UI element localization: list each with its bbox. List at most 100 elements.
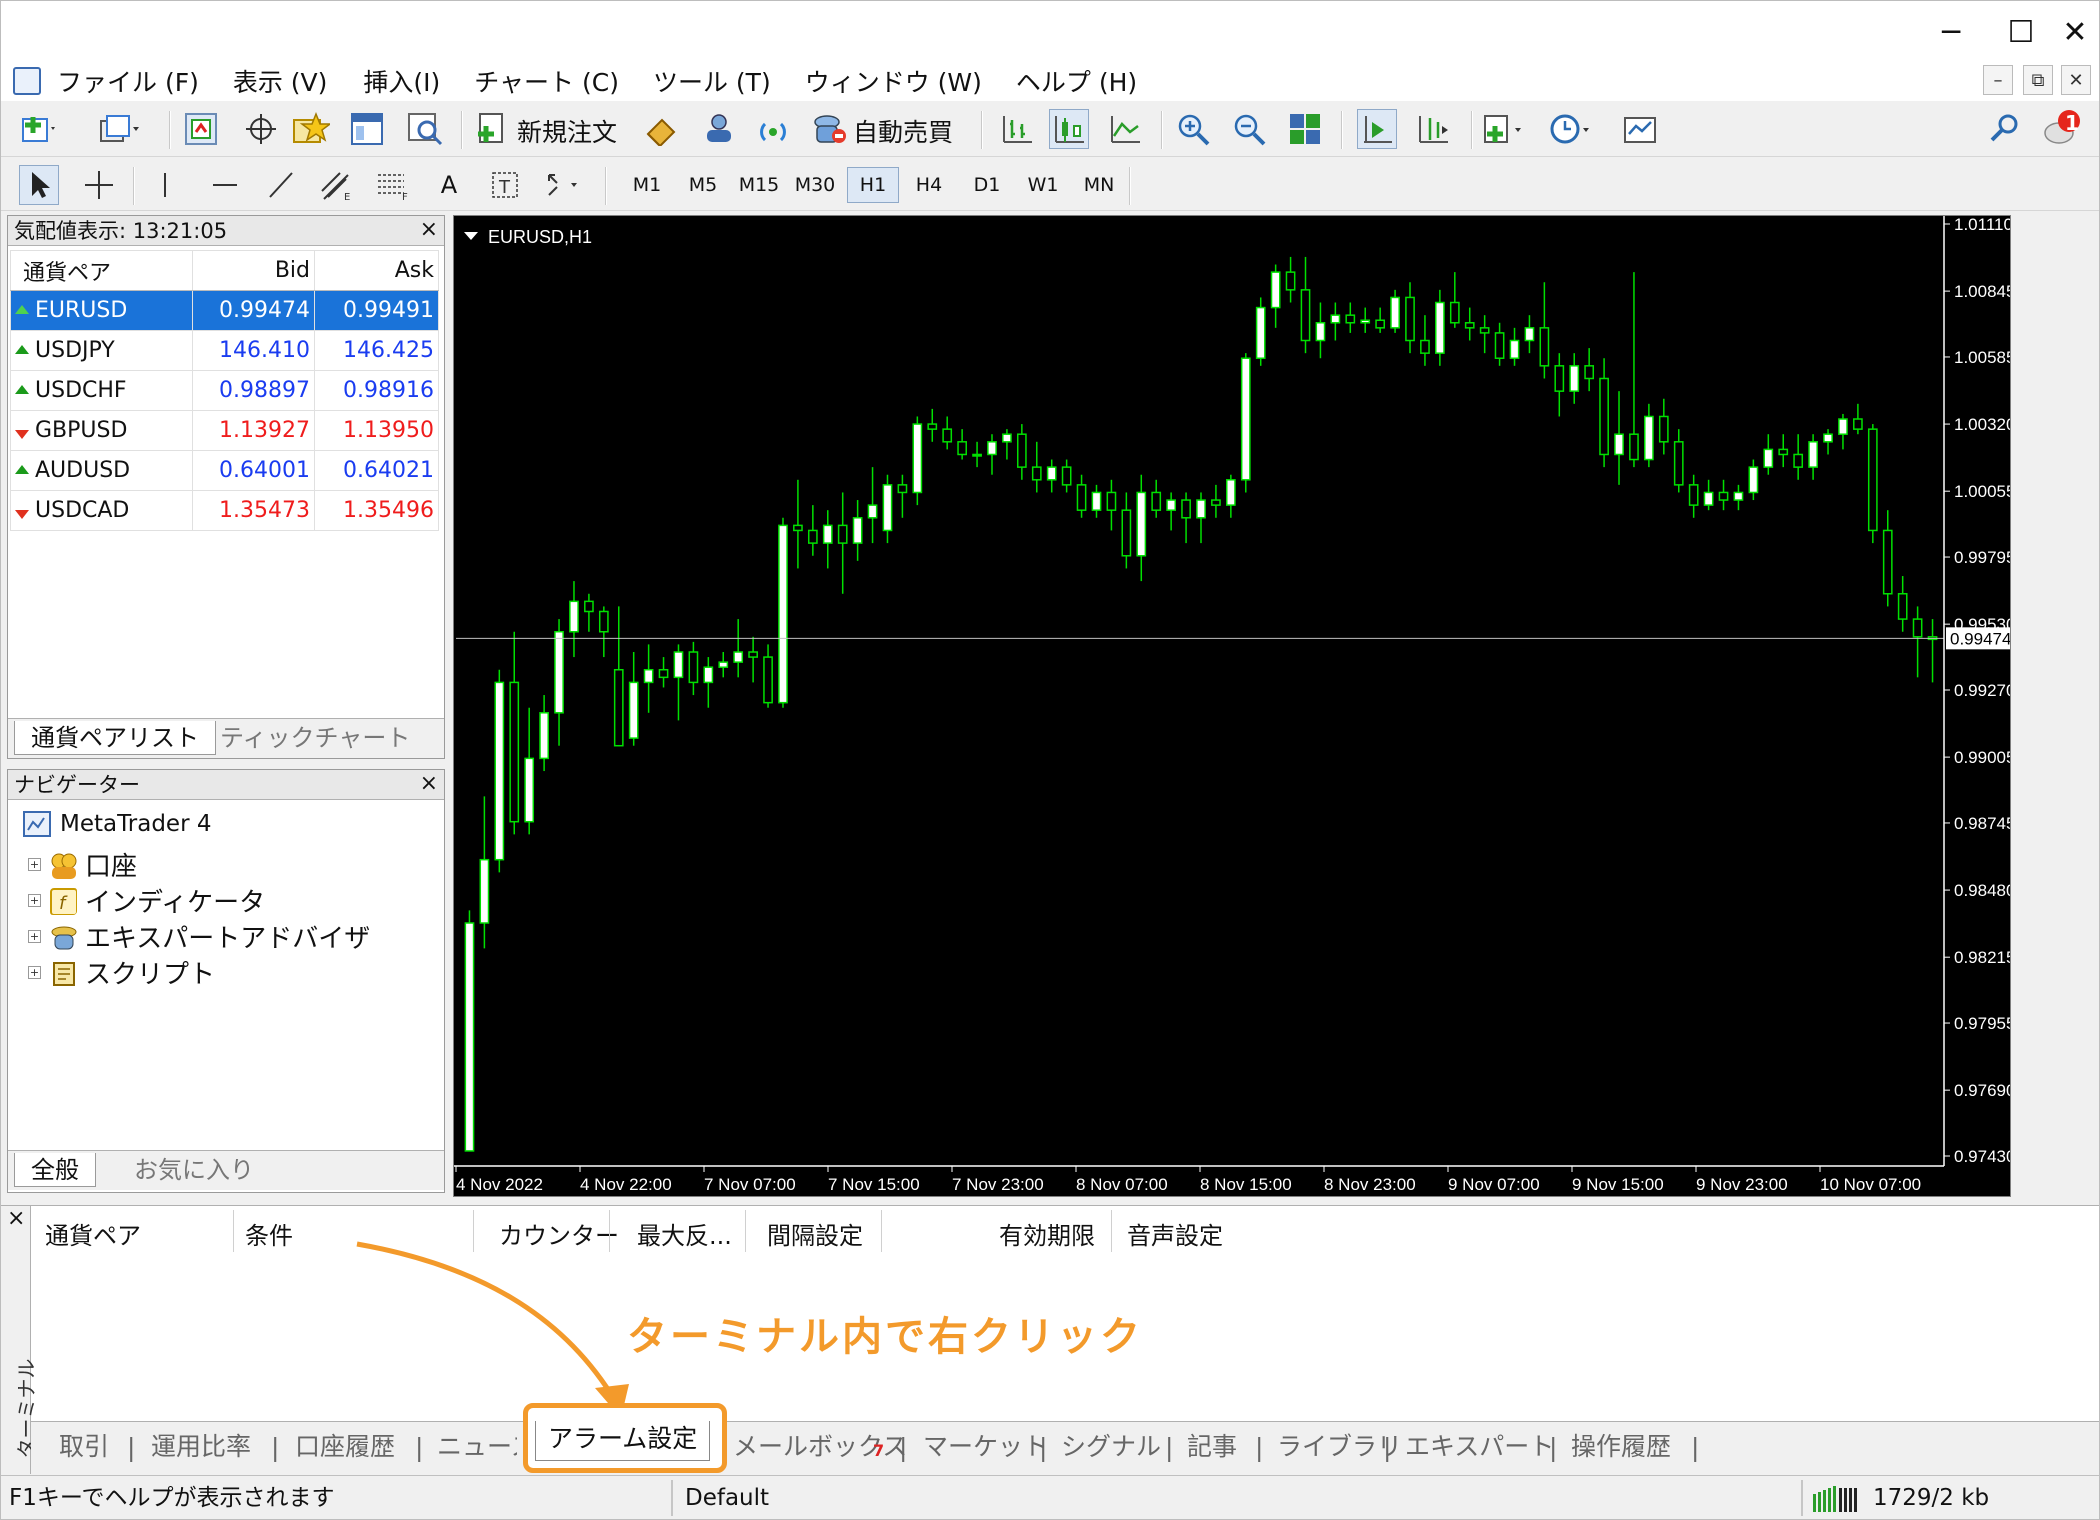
expand-icon[interactable]: +: [28, 966, 41, 979]
arrows-button[interactable]: [541, 165, 581, 205]
tf-w1[interactable]: W1: [1017, 167, 1069, 203]
tab-exposure[interactable]: 運用比率: [151, 1429, 251, 1465]
tab-alerts[interactable]: アラーム設定: [535, 1421, 711, 1461]
crosshair-button[interactable]: [79, 165, 119, 205]
metaeditor-button[interactable]: [641, 109, 681, 149]
new-order-button[interactable]: [473, 109, 513, 149]
expand-icon[interactable]: +: [28, 858, 41, 871]
market-watch-row[interactable]: USDCAD 1.35473 1.35496: [10, 490, 439, 531]
indicators-button[interactable]: [1481, 109, 1521, 149]
minimize-button[interactable]: ─: [1921, 11, 1981, 53]
notifications-button[interactable]: 1: [2041, 109, 2081, 149]
tab-symbols[interactable]: 通貨ペアリスト: [14, 721, 216, 755]
col-sound[interactable]: 音声設定: [1127, 1216, 1223, 1251]
tab-signals[interactable]: シグナル: [1061, 1429, 1161, 1465]
market-watch-toggle[interactable]: [181, 109, 221, 149]
nav-item-indicators[interactable]: + f インディケータ: [28, 882, 265, 919]
menu-file[interactable]: ファイル (F): [57, 63, 199, 99]
nav-item-accounts[interactable]: + 口座: [28, 846, 137, 883]
terminal-toggle[interactable]: [347, 109, 387, 149]
tab-journal[interactable]: 操作履歴: [1571, 1429, 1671, 1465]
candlestick-chart-button[interactable]: [1049, 109, 1089, 149]
tab-market[interactable]: マーケット: [923, 1429, 1048, 1465]
zoom-in-button[interactable]: [1173, 109, 1213, 149]
bar-chart-button[interactable]: [997, 109, 1037, 149]
text-button[interactable]: A: [429, 165, 469, 205]
zoom-out-button[interactable]: [1229, 109, 1269, 149]
new-chart-button[interactable]: [19, 109, 59, 149]
expand-icon[interactable]: +: [28, 894, 41, 907]
tab-favorites[interactable]: お気に入り: [118, 1153, 270, 1187]
tile-windows-button[interactable]: [1285, 109, 1325, 149]
market-watch-row[interactable]: USDJPY 146.410 146.425: [10, 330, 439, 371]
col-ask[interactable]: Ask: [314, 250, 439, 291]
menu-view[interactable]: 表示 (V): [233, 63, 328, 99]
tf-d1[interactable]: D1: [961, 167, 1013, 203]
tab-tick-chart[interactable]: ティックチャート: [204, 721, 426, 755]
tab-articles[interactable]: 記事: [1187, 1429, 1237, 1465]
tab-account-history[interactable]: 口座履歴: [295, 1429, 395, 1465]
market-watch-row[interactable]: AUDUSD 0.64001 0.64021: [10, 450, 439, 491]
mdi-restore-button[interactable]: ⧉: [2023, 65, 2053, 95]
menu-tools[interactable]: ツール (T): [653, 63, 771, 99]
menu-help[interactable]: ヘルプ (H): [1016, 63, 1137, 99]
expand-icon[interactable]: +: [28, 930, 41, 943]
strategy-tester-toggle[interactable]: [405, 109, 445, 149]
experts-button[interactable]: [699, 109, 739, 149]
nav-item-experts[interactable]: + エキスパートアドバイザ: [28, 918, 370, 955]
signals-button[interactable]: [753, 109, 793, 149]
tf-m15[interactable]: M15: [733, 167, 785, 203]
tab-common[interactable]: 全般: [14, 1153, 96, 1187]
maximize-button[interactable]: ☐: [1991, 11, 2051, 53]
search-button[interactable]: [1985, 109, 2025, 149]
nav-item-scripts[interactable]: + スクリプト: [28, 954, 215, 991]
mdi-close-button[interactable]: ✕: [2061, 65, 2091, 95]
tab-news[interactable]: ニュース: [437, 1429, 517, 1465]
horizontal-line-button[interactable]: [205, 165, 245, 205]
data-window-button[interactable]: [241, 109, 281, 149]
market-watch-close-button[interactable]: ×: [420, 216, 438, 244]
nav-root[interactable]: MetaTrader 4: [22, 810, 211, 838]
auto-trading-label[interactable]: 自動売買: [853, 113, 953, 149]
status-profile[interactable]: Default: [685, 1482, 769, 1514]
templates-button[interactable]: [1623, 109, 1663, 149]
mdi-minimize-button[interactable]: –: [1983, 65, 2013, 95]
col-pair[interactable]: 通貨ペア: [10, 250, 193, 291]
cursor-button[interactable]: [19, 165, 59, 205]
navigator-toggle[interactable]: [291, 109, 331, 149]
trendline-button[interactable]: [261, 165, 301, 205]
fibonacci-button[interactable]: F: [373, 165, 413, 205]
navigator-close-button[interactable]: ×: [420, 770, 438, 798]
tab-experts[interactable]: エキスパート: [1405, 1429, 1554, 1465]
tf-m5[interactable]: M5: [677, 167, 729, 203]
candlestick-chart[interactable]: EURUSD,H1 1.01110 1.00845 1.00585 1.00320 1.…: [454, 215, 2015, 1196]
menu-window[interactable]: ウィンドウ (W): [805, 63, 982, 99]
market-watch-row[interactable]: EURUSD 0.99474 0.99491: [10, 290, 439, 331]
chart-menu-arrow-icon[interactable]: [464, 232, 478, 240]
autoscroll-button[interactable]: [1357, 109, 1397, 149]
tf-h4[interactable]: H4: [903, 167, 955, 203]
text-label-button[interactable]: T: [485, 165, 525, 205]
close-button[interactable]: ✕: [2045, 11, 2100, 53]
line-chart-button[interactable]: [1105, 109, 1145, 149]
profiles-button[interactable]: [99, 109, 139, 149]
equidistant-channel-button[interactable]: E: [315, 165, 355, 205]
tab-trade[interactable]: 取引: [59, 1429, 109, 1465]
market-watch-row[interactable]: GBPUSD 1.13927 1.13950: [10, 410, 439, 451]
auto-trading-button[interactable]: [809, 109, 849, 149]
chart-window[interactable]: EURUSD,H1 1.01110 1.00845 1.00585 1.00320 1.…: [453, 215, 2015, 1197]
new-order-label[interactable]: 新規注文: [517, 113, 617, 149]
candle-body: [1315, 322, 1326, 342]
tf-m1[interactable]: M1: [621, 167, 673, 203]
periods-button[interactable]: [1549, 109, 1589, 149]
tf-m30[interactable]: M30: [789, 167, 841, 203]
tf-mn[interactable]: MN: [1073, 167, 1125, 203]
chart-shift-button[interactable]: [1413, 109, 1453, 149]
tf-h1[interactable]: H1: [847, 167, 899, 203]
menu-insert[interactable]: 挿入(I): [363, 63, 440, 99]
col-bid[interactable]: Bid: [192, 250, 315, 291]
market-watch-row[interactable]: USDCHF 0.98897 0.98916: [10, 370, 439, 411]
menu-chart[interactable]: チャート (C): [474, 63, 619, 99]
vertical-line-button[interactable]: [145, 165, 185, 205]
col-expiration[interactable]: 有効期限: [999, 1216, 1095, 1251]
